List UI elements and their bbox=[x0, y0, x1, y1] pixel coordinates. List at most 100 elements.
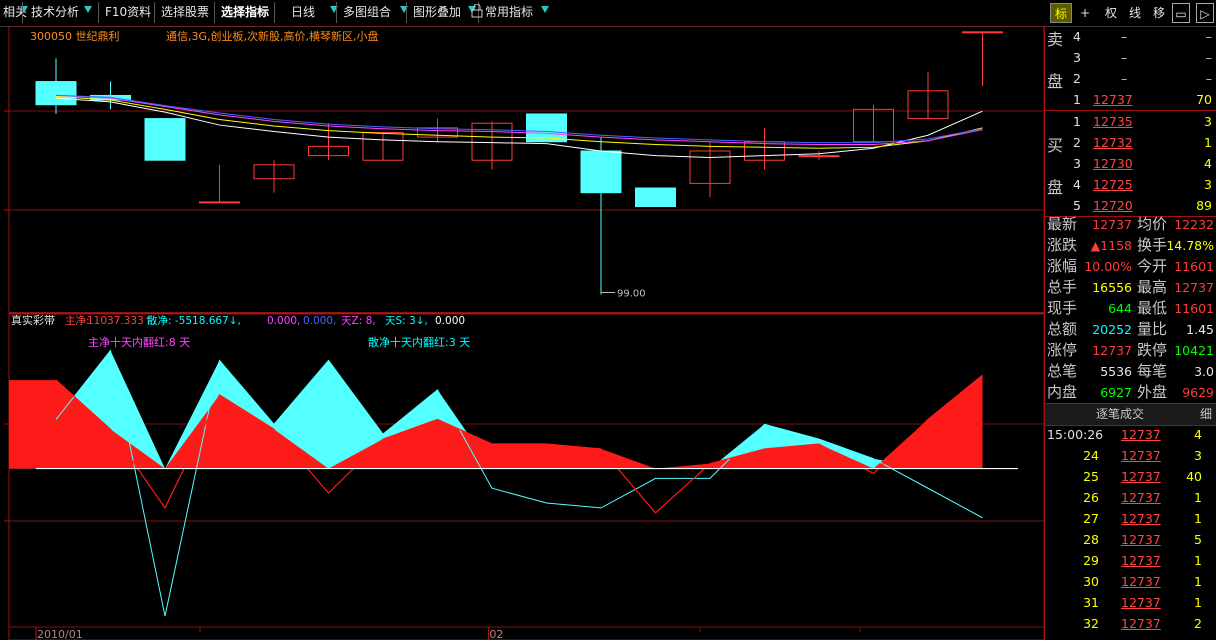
candle-body bbox=[144, 118, 186, 161]
ticks-detail-button[interactable]: 细 bbox=[1200, 404, 1212, 425]
indicator-name: 真实彩带 bbox=[11, 313, 55, 327]
ticks-header-bar[interactable]: 逐笔成交 细 bbox=[1045, 404, 1216, 425]
stat-row: 涨停 12737 跌停 10421 bbox=[1045, 340, 1216, 361]
stat-value: 20252 bbox=[1092, 322, 1132, 337]
dropdown-arrow-icon[interactable] bbox=[84, 6, 92, 13]
panel-toggle-5[interactable]: ▭ bbox=[1172, 3, 1190, 23]
stat-value: 11601 bbox=[1174, 301, 1214, 316]
retail-net-label: 散净十天内翻红:3 天 bbox=[368, 335, 470, 349]
tick-row: 29 12737 1 bbox=[1045, 550, 1216, 571]
stat-value: 12232 bbox=[1174, 217, 1214, 232]
tick-row: 27 12737 1 bbox=[1045, 508, 1216, 529]
sell-row[interactable]: 2 – – bbox=[1045, 68, 1216, 89]
buy-row[interactable]: 3 12730 4 bbox=[1045, 153, 1216, 174]
ma-line bbox=[55, 97, 983, 158]
quote-panel: 卖盘 4– –3– –2– –1 12737 70 买盘 1 12735 3 2 12732 1 3 1273… bbox=[1044, 26, 1216, 640]
tick-price: 12737 bbox=[1121, 574, 1161, 589]
stat-label: 跌停 bbox=[1137, 341, 1168, 359]
x-axis-label: 2010/01 bbox=[37, 628, 83, 640]
x-axis-label: 02 bbox=[489, 628, 503, 640]
panel-toggle-1[interactable]: + bbox=[1074, 3, 1096, 23]
stat-value: 3.0 bbox=[1194, 364, 1214, 379]
tick-price: 12737 bbox=[1121, 448, 1161, 463]
buy-volume: 89 bbox=[1196, 198, 1212, 213]
tick-row: 15:00:26 12737 4 bbox=[1045, 424, 1216, 445]
tick-time: 15:00:26 bbox=[1047, 427, 1104, 442]
low-marker: 99.00 bbox=[601, 288, 646, 299]
stat-label: 总笔 bbox=[1047, 362, 1078, 380]
stat-label: 最新 bbox=[1047, 215, 1078, 233]
stat-value: 9629 bbox=[1182, 385, 1214, 400]
candle-body bbox=[798, 155, 840, 158]
tick-time: 31 bbox=[1083, 595, 1099, 610]
toolbar-item-6[interactable]: 多图组合 bbox=[340, 3, 394, 22]
toolbar-item-3[interactable]: 选择股票 bbox=[158, 3, 212, 22]
toolbar-item-1[interactable]: 技术分析 bbox=[28, 3, 82, 22]
toolbar-item-5[interactable]: 日线 bbox=[288, 3, 318, 22]
sell-price: – bbox=[1121, 50, 1128, 65]
buy-price: 12732 bbox=[1093, 135, 1133, 150]
toolbar-item-8[interactable]: 常用指标 bbox=[482, 3, 536, 22]
sell-price: – bbox=[1121, 71, 1128, 86]
stat-value: 6927 bbox=[1100, 385, 1132, 400]
tick-row: 28 12737 5 bbox=[1045, 529, 1216, 550]
retail-net-line bbox=[55, 349, 983, 617]
indicator-value: 0.000, bbox=[303, 315, 336, 327]
dropdown-arrow-icon[interactable] bbox=[541, 6, 549, 13]
buy-row[interactable]: 2 12732 1 bbox=[1045, 132, 1216, 153]
tick-volume: 2 bbox=[1194, 616, 1202, 631]
buy-price: 12725 bbox=[1093, 177, 1133, 192]
panel-toggle-6[interactable]: ▷ bbox=[1196, 3, 1214, 23]
buy-row[interactable]: 1 12735 3 bbox=[1045, 111, 1216, 132]
sell-volume: 70 bbox=[1196, 92, 1212, 107]
tick-row: 32 12737 2 bbox=[1045, 613, 1216, 634]
panel-toggle-2[interactable]: 权 bbox=[1100, 3, 1122, 23]
stat-value: ▲1158 bbox=[1090, 238, 1132, 253]
stat-label: 均价 bbox=[1137, 215, 1168, 233]
indicator-header: 真实彩带 主净:11037.333↑,散净: -5518.667↓, 0.000, 0… bbox=[11, 313, 470, 349]
stat-label: 总额 bbox=[1047, 320, 1078, 338]
sell-level: 4 bbox=[1073, 29, 1081, 44]
stat-label: 内盘 bbox=[1047, 383, 1078, 401]
toolbar-item-2[interactable]: F10资料 bbox=[102, 3, 154, 22]
tick-volume: 5 bbox=[1194, 532, 1202, 547]
stat-row: 总笔 5536 每笔 3.0 bbox=[1045, 361, 1216, 382]
tick-volume: 3 bbox=[1194, 448, 1202, 463]
indicator-panel bbox=[9, 349, 1018, 617]
toolbar-separator bbox=[336, 2, 337, 23]
tick-time: 30 bbox=[1083, 574, 1099, 589]
buy-price: 12720 bbox=[1093, 198, 1133, 213]
stat-value: 11601 bbox=[1174, 259, 1214, 274]
sell-volume: – bbox=[1205, 29, 1212, 44]
toolbar-item-4[interactable]: 选择指标 bbox=[218, 3, 272, 22]
stat-label: 换手 bbox=[1137, 236, 1168, 254]
buy-row[interactable]: 4 12725 3 bbox=[1045, 174, 1216, 195]
stat-row: 现手 644 最低 11601 bbox=[1045, 298, 1216, 319]
tick-volume: 1 bbox=[1194, 595, 1202, 610]
buy-level: 5 bbox=[1073, 198, 1081, 213]
tick-time: 27 bbox=[1083, 511, 1099, 526]
sell-volume: – bbox=[1205, 71, 1212, 86]
candle-body bbox=[580, 150, 622, 194]
candle-body bbox=[199, 201, 240, 204]
main-net-label: 主净十天内翻红:8 天 bbox=[88, 335, 190, 349]
stat-row: 涨跌 ▲1158 换手 14.78% bbox=[1045, 235, 1216, 256]
kline-chart[interactable]: 300050 世纪鼎利 通信,3G,创业板,次新股,高价,横琴新区,小盘 99.… bbox=[0, 26, 1044, 640]
lock-icon[interactable] bbox=[468, 3, 486, 23]
sell-row[interactable]: 3 – – bbox=[1045, 47, 1216, 68]
sell-level: 3 bbox=[1073, 50, 1081, 65]
toolbar-item-7[interactable]: 图形叠加 bbox=[410, 3, 464, 22]
sell-row[interactable]: 1 12737 70 bbox=[1045, 89, 1216, 110]
tick-time: 29 bbox=[1083, 553, 1099, 568]
panel-toggle-4[interactable]: 移 bbox=[1148, 3, 1170, 23]
sell-price: – bbox=[1121, 29, 1128, 44]
panel-toggle-3[interactable]: 线 bbox=[1124, 3, 1146, 23]
sell-row[interactable]: 4 – – bbox=[1045, 26, 1216, 47]
panel-toggle-0[interactable]: 标 bbox=[1050, 3, 1072, 23]
buy-row[interactable]: 5 12720 89 bbox=[1045, 195, 1216, 216]
buy-volume: 4 bbox=[1204, 156, 1212, 171]
stat-label: 最高 bbox=[1137, 278, 1168, 296]
toolbar-separator bbox=[406, 2, 407, 23]
buy-price: 12730 bbox=[1093, 156, 1133, 171]
stat-value: 12737 bbox=[1092, 343, 1132, 358]
